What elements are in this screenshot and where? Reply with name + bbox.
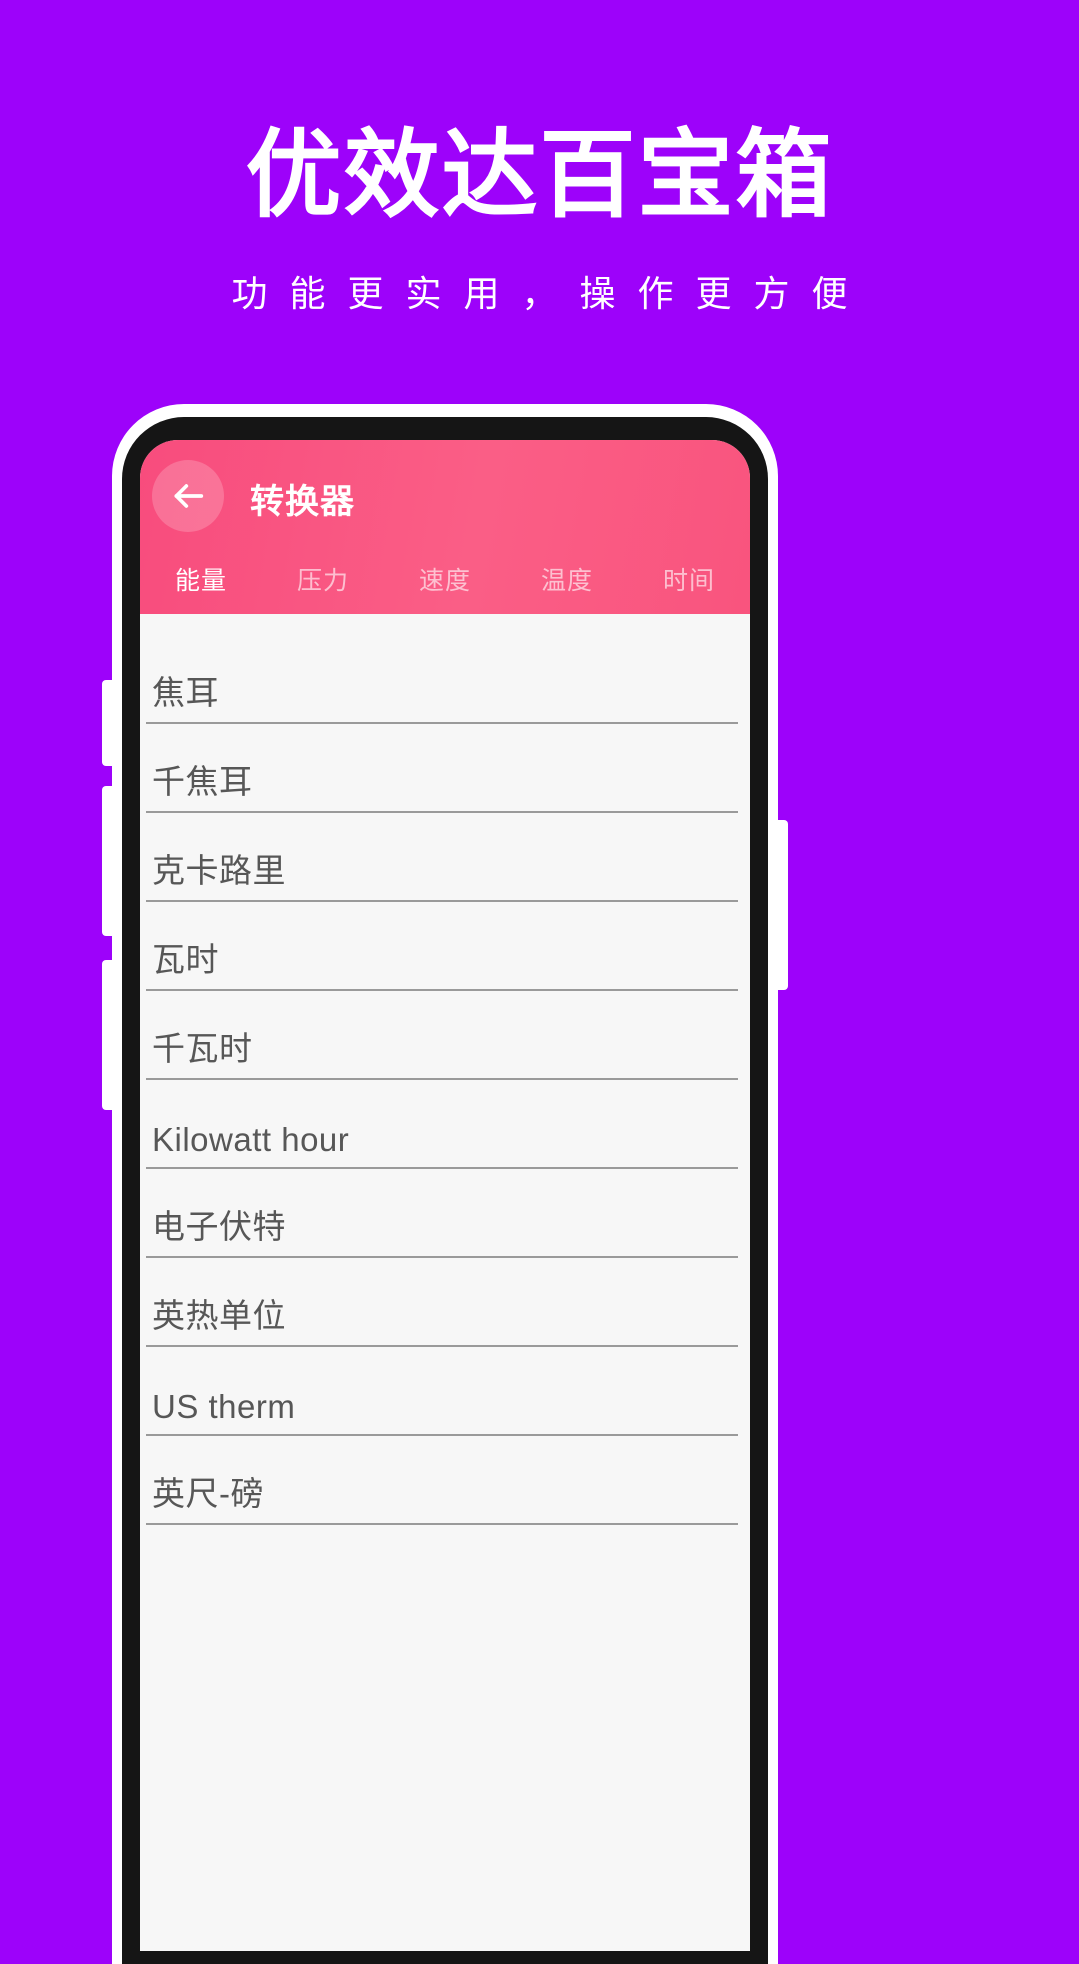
unit-row[interactable]: 千焦耳 <box>146 724 738 813</box>
unit-row[interactable]: 英热单位 <box>146 1258 738 1347</box>
unit-row[interactable]: 焦耳 <box>146 614 738 724</box>
unit-label: Kilowatt hour <box>152 1121 350 1158</box>
tab-temperature[interactable]: 温度 <box>506 561 628 597</box>
unit-label: 焦耳 <box>152 674 219 711</box>
unit-row[interactable]: 英尺-磅 <box>146 1436 738 1525</box>
unit-row[interactable]: 千瓦时 <box>146 991 738 1080</box>
unit-label: 英热单位 <box>152 1297 286 1334</box>
phone-side-button-volume-down[interactable] <box>102 960 116 1110</box>
phone-screen: 转换器 能量 压力 速度 温度 时间 焦耳 千焦耳 克卡路里 瓦时 千瓦时 Ki… <box>140 440 750 1951</box>
phone-side-button-volume-up[interactable] <box>102 786 116 936</box>
unit-label: 千瓦时 <box>152 1030 253 1067</box>
promo-title: 优效达百宝箱 <box>245 122 834 229</box>
phone-side-button-mute[interactable] <box>102 680 116 766</box>
tab-speed[interactable]: 速度 <box>384 561 506 597</box>
tab-pressure[interactable]: 压力 <box>262 561 384 597</box>
unit-row[interactable]: US therm <box>146 1347 738 1436</box>
back-button[interactable] <box>152 460 224 532</box>
arrow-left-icon <box>168 476 208 516</box>
app-header: 转换器 能量 压力 速度 温度 时间 <box>140 440 750 614</box>
unit-row[interactable]: 克卡路里 <box>146 813 738 902</box>
unit-row[interactable]: 瓦时 <box>146 902 738 991</box>
unit-label: 克卡路里 <box>152 852 286 889</box>
category-tabbar: 能量 压力 速度 温度 时间 <box>140 544 750 614</box>
page-title: 转换器 <box>250 483 355 521</box>
promo-banner: 优效达百宝箱 功能更实用，操作更方便 <box>0 0 1079 312</box>
phone-side-button-power[interactable] <box>774 820 788 990</box>
unit-label: 千焦耳 <box>152 763 253 800</box>
promo-subtitle: 功能更实用，操作更方便 <box>231 273 870 314</box>
unit-row[interactable]: 电子伏特 <box>146 1169 738 1258</box>
unit-label: 电子伏特 <box>152 1208 286 1245</box>
unit-label: 英尺-磅 <box>152 1475 264 1512</box>
tab-energy[interactable]: 能量 <box>140 561 262 597</box>
tab-time[interactable]: 时间 <box>628 561 750 597</box>
list-bottom-spacer <box>140 1525 750 1595</box>
unit-label: 瓦时 <box>152 941 219 978</box>
unit-row[interactable]: Kilowatt hour <box>146 1080 738 1169</box>
unit-label: US therm <box>152 1388 296 1425</box>
phone-mockup: 转换器 能量 压力 速度 温度 时间 焦耳 千焦耳 克卡路里 瓦时 千瓦时 Ki… <box>102 404 788 1964</box>
unit-list: 焦耳 千焦耳 克卡路里 瓦时 千瓦时 Kilowatt hour 电子伏特 英热… <box>140 614 750 1595</box>
